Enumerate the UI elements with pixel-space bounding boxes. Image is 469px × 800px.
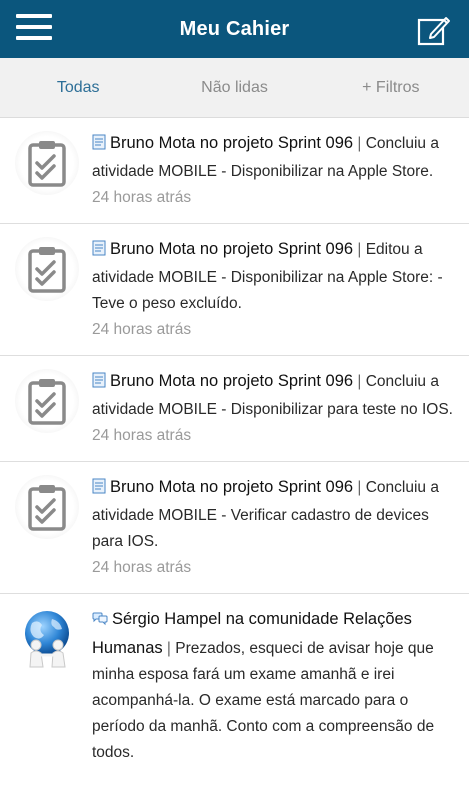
feed-time: 24 horas atrás <box>92 321 192 338</box>
clipboard-check-icon <box>15 475 79 539</box>
filter-tabs: Todas Não lidas + Filtros <box>0 58 469 118</box>
activity-feed: Bruno Mota no projeto Sprint 096 | Concl… <box>0 118 469 778</box>
feed-title[interactable]: Bruno Mota no projeto Sprint 096 <box>110 372 353 390</box>
document-icon <box>92 133 106 159</box>
feed-text: Prezados, esqueci de avisar hoje que min… <box>92 640 435 761</box>
compose-edit-icon[interactable] <box>417 14 451 46</box>
avatar <box>14 368 80 434</box>
globe-people-icon <box>25 611 69 668</box>
tab-nao-lidas[interactable]: Não lidas <box>156 79 312 97</box>
chat-bubbles-icon <box>92 609 108 635</box>
list-item[interactable]: Bruno Mota no projeto Sprint 096 | Concl… <box>0 462 469 594</box>
feed-title[interactable]: Bruno Mota no projeto Sprint 096 <box>110 478 353 496</box>
list-item[interactable]: Sérgio Hampel na comunidade Relações Hum… <box>0 594 469 778</box>
avatar <box>14 236 80 302</box>
list-item[interactable]: Bruno Mota no projeto Sprint 096 | Concl… <box>0 356 469 462</box>
app-header: Meu Cahier <box>0 0 469 58</box>
list-item[interactable]: Bruno Mota no projeto Sprint 096 | Concl… <box>0 118 469 224</box>
feed-title[interactable]: Bruno Mota no projeto Sprint 096 <box>110 240 353 258</box>
avatar <box>14 130 80 196</box>
feed-time: 24 horas atrás <box>92 189 192 206</box>
document-icon <box>92 477 106 503</box>
page-title: Meu Cahier <box>179 17 290 40</box>
hamburger-menu-icon[interactable] <box>16 14 52 44</box>
list-item[interactable]: Bruno Mota no projeto Sprint 096 | Edito… <box>0 224 469 356</box>
feed-time: 24 horas atrás <box>92 559 192 576</box>
feed-title[interactable]: Bruno Mota no projeto Sprint 096 <box>110 134 353 152</box>
tab-todas[interactable]: Todas <box>0 79 156 97</box>
tab-filtros[interactable]: + Filtros <box>313 79 469 97</box>
clipboard-check-icon <box>15 237 79 301</box>
document-icon <box>92 371 106 397</box>
clipboard-check-icon <box>15 369 79 433</box>
feed-time: 24 horas atrás <box>92 427 192 444</box>
avatar <box>14 606 80 672</box>
avatar <box>14 474 80 540</box>
clipboard-check-icon <box>15 131 79 195</box>
document-icon <box>92 239 106 265</box>
